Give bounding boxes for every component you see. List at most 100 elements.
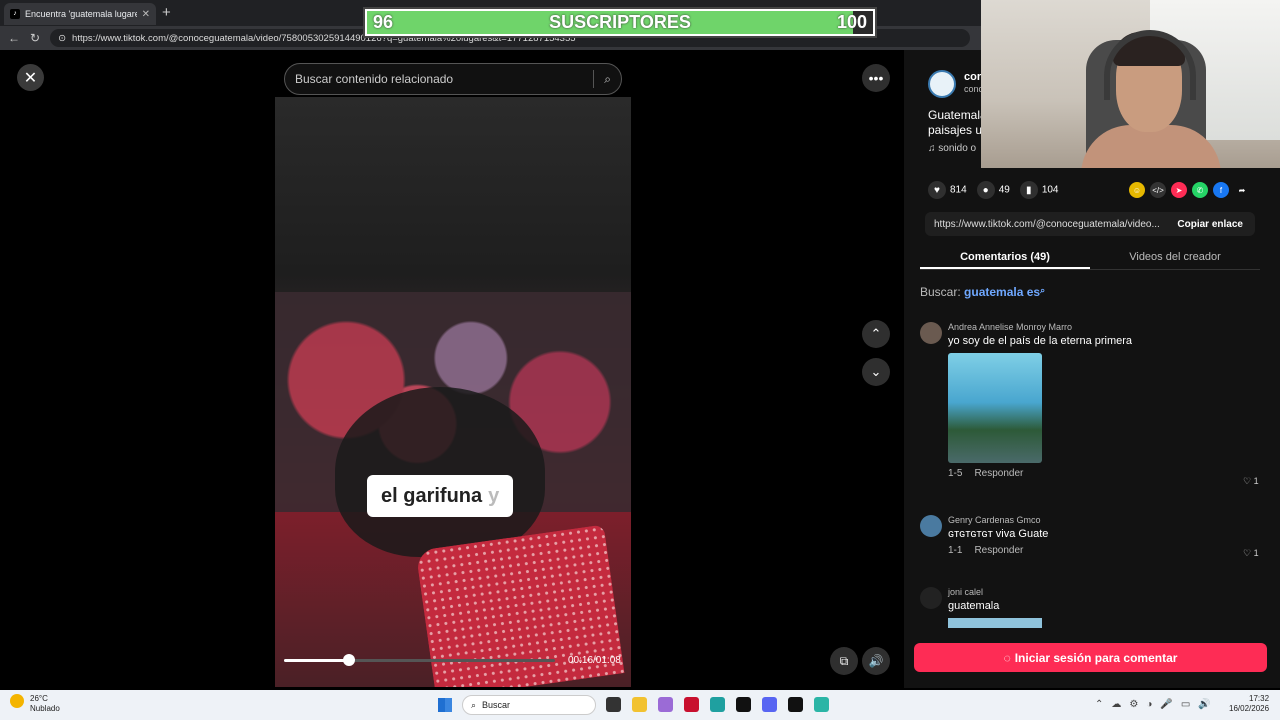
miniplayer-icon[interactable]: ⧉: [830, 647, 858, 675]
tab-creator-videos[interactable]: Videos del creador: [1090, 246, 1260, 269]
comment-text: ɢᴛɢᴛɢᴛɢᴛ viva Guate: [948, 528, 1049, 540]
search-hint-query[interactable]: guatemala es: [964, 285, 1040, 299]
comment-count: 49: [998, 184, 1010, 196]
comment-search-hint[interactable]: Buscar: guatemala es⌕: [920, 285, 1045, 299]
close-tab-icon[interactable]: ✕: [142, 9, 150, 20]
share-arrow-icon[interactable]: ➦: [1234, 182, 1250, 198]
taskbar-apps: [606, 697, 829, 712]
description-line-2: paisajes ur: [928, 123, 987, 137]
back-icon[interactable]: ←: [8, 31, 20, 45]
capcut-icon[interactable]: [788, 697, 803, 712]
save-stat[interactable]: ▮ 104: [1019, 181, 1059, 199]
divider: [593, 70, 595, 88]
clock-time: 17:32: [1249, 694, 1270, 703]
send-icon[interactable]: ➤: [1171, 182, 1187, 198]
author-avatar[interactable]: [928, 70, 956, 98]
copy-link-box: https://www.tiktok.com/@conoceguatemala/…: [925, 212, 1255, 236]
embed-icon[interactable]: </>: [1150, 182, 1166, 198]
windows-taskbar: 26°C Nublado ⌕ Buscar ⌃☁⚙◑🎤▭🔊 17:32 16/0…: [0, 690, 1280, 720]
comment-like-count: 1: [1253, 548, 1259, 558]
search-icon: ⌕: [1040, 285, 1046, 295]
new-tab-icon[interactable]: +: [162, 4, 171, 21]
caption-next: y: [488, 484, 500, 507]
friends-share-icon[interactable]: ☺: [1129, 182, 1145, 198]
avatar[interactable]: [920, 587, 942, 609]
tab-comments[interactable]: Comentarios (49): [920, 246, 1090, 269]
notepad-icon[interactable]: [814, 697, 829, 712]
avatar[interactable]: [920, 322, 942, 344]
description-line-1: Guatemala: [928, 108, 987, 122]
search-icon[interactable]: ⌕: [604, 72, 611, 87]
comment-item: Andrea Annelise Monroy Marro yo soy de e…: [920, 322, 1132, 479]
facebook-icon[interactable]: f: [1213, 182, 1229, 198]
weather-widget[interactable]: 26°C Nublado: [10, 694, 60, 714]
temperature: 26°C: [30, 694, 48, 703]
share-icons: ☺ </> ➤ ✆ f ➦: [1129, 182, 1250, 198]
post-stats: ♥ 814 ● 49 ▮ 104: [928, 181, 1059, 199]
like-count: 814: [950, 184, 967, 196]
comment-image[interactable]: [948, 618, 1042, 628]
system-tray[interactable]: ⌃☁⚙◑🎤▭🔊: [1095, 699, 1219, 710]
whatsapp-icon[interactable]: ✆: [1192, 182, 1208, 198]
wps-icon[interactable]: [684, 697, 699, 712]
author-info[interactable]: cor cono: [928, 70, 984, 98]
goal-label: SUSCRIPTORES: [549, 12, 691, 32]
related-search-input[interactable]: Buscar contenido relacionado ⌕: [284, 63, 622, 95]
video-progress-bar[interactable]: [284, 654, 555, 666]
copilot-icon[interactable]: [658, 697, 673, 712]
sound-name: sonido o: [938, 143, 977, 154]
reply-button[interactable]: Responder: [974, 468, 1023, 479]
reply-button[interactable]: Responder: [974, 545, 1023, 556]
login-to-comment-button[interactable]: ◌ Iniciar sesión para comentar: [914, 643, 1267, 672]
lock-icon: ⊙: [58, 32, 67, 44]
task-view-icon[interactable]: [606, 697, 621, 712]
comment-like[interactable]: ♡ 1: [1243, 476, 1259, 487]
comment-user[interactable]: Genry Cardenas Gmco: [948, 515, 1048, 525]
comment-like-count: 1: [1253, 476, 1259, 486]
progress-knob[interactable]: [343, 654, 356, 666]
video-caption: el garifuna y: [367, 475, 514, 517]
copy-link-button[interactable]: Copiar enlace: [1165, 219, 1255, 230]
taskbar-clock[interactable]: 17:32 16/02/2026: [1229, 694, 1269, 714]
obs-icon[interactable]: [736, 697, 751, 712]
edge-icon[interactable]: [710, 697, 725, 712]
avatar[interactable]: [920, 515, 942, 537]
comment-text: yo soy de el país de la eterna primera: [948, 335, 1133, 347]
comment-image[interactable]: [948, 353, 1042, 463]
bookmark-icon: ▮: [1019, 181, 1038, 199]
search-icon: ⌕: [471, 699, 477, 710]
weather-icon: [10, 694, 24, 708]
windows-start-icon[interactable]: [438, 698, 452, 712]
like-stat[interactable]: ♥ 814: [928, 181, 967, 199]
video-player[interactable]: [275, 97, 631, 687]
discord-icon[interactable]: [762, 697, 777, 712]
comment-user[interactable]: joni calel: [948, 587, 1042, 597]
comment-like[interactable]: ♡ 1: [1243, 548, 1259, 559]
more-options-button[interactable]: •••: [862, 64, 890, 92]
panel-tabs: Comentarios (49) Videos del creador: [920, 246, 1260, 270]
comment-item: Genry Cardenas Gmco ɢᴛɢᴛɢᴛɢᴛ viva Guate …: [920, 515, 1048, 556]
caption-main: el garifuna: [381, 484, 483, 507]
tab-title: Encuentra 'guatemala lugares…: [25, 9, 137, 19]
clock-date: 16/02/2026: [1229, 704, 1270, 713]
login-label: Iniciar sesión para comentar: [1014, 650, 1178, 665]
comment-meta: 1-5 Responder: [948, 468, 1132, 479]
weather-condition: Nublado: [30, 704, 60, 713]
taskbar-search[interactable]: ⌕ Buscar: [462, 695, 596, 715]
next-video-button[interactable]: ⌄: [862, 358, 890, 386]
comment-user[interactable]: Andrea Annelise Monroy Marro: [948, 322, 1132, 332]
comment-meta: 1-1 Responder: [948, 545, 1048, 556]
reload-icon[interactable]: ↻: [30, 31, 40, 45]
taskbar-search-label: Buscar: [482, 700, 511, 710]
sound-link[interactable]: ♫ sonido o: [928, 143, 976, 154]
volume-icon[interactable]: 🔊: [862, 647, 890, 675]
comment-stat[interactable]: ● 49: [976, 181, 1010, 199]
post-description: Guatemala paisajes ur: [928, 108, 988, 138]
video-foreground: [335, 387, 545, 557]
previous-video-button[interactable]: ⌃: [862, 320, 890, 348]
search-hint-label: Buscar:: [920, 285, 961, 299]
subscriber-goal-bar: 96 SUSCRIPTORES 100: [363, 7, 877, 38]
file-explorer-icon[interactable]: [632, 697, 647, 712]
browser-tab[interactable]: ♪ Encuentra 'guatemala lugares… ✕: [4, 3, 156, 25]
close-video-button[interactable]: ✕: [17, 64, 44, 91]
